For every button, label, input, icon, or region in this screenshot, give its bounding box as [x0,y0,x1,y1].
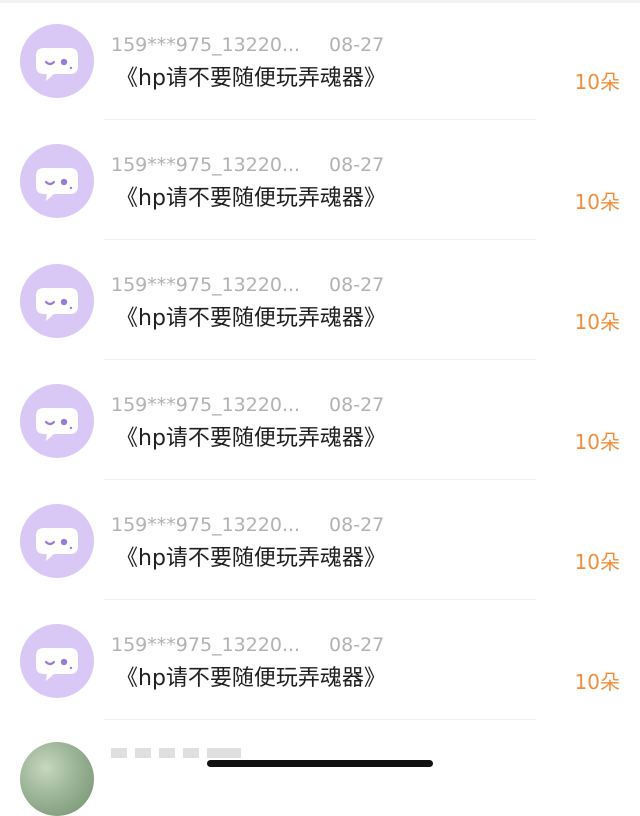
list-item[interactable]: 159***975_13220... 08-27 《hp请不要随便玩弄魂器》 1… [0,360,640,480]
record-meta: 159***975_13220... 08-27 [111,512,384,538]
record-date: 08-27 [329,634,385,656]
record-meta: 159***975_13220... 08-27 [111,32,384,58]
book-title: 《hp请不要随便玩弄魂器》 [116,66,386,91]
user-id: 159***975_13220... [111,274,301,296]
record-meta: 159***975_13220... 08-27 [111,272,384,298]
user-id: 159***975_13220... [111,514,301,536]
record-date: 08-27 [329,514,385,536]
gift-amount: 10朵 [574,190,620,214]
list-item[interactable]: 159***975_13220... 08-27 《hp请不要随便玩弄魂器》 1… [0,0,640,120]
gift-amount: 10朵 [574,430,620,454]
avatar [20,504,94,578]
record-meta: 159***975_13220... 08-27 [111,152,384,178]
list-item[interactable]: 159***975_13220... 08-27 《hp请不要随便玩弄魂器》 1… [0,240,640,360]
book-title: 《hp请不要随便玩弄魂器》 [116,666,386,691]
user-id: 159***975_13220... [111,34,301,56]
book-title: 《hp请不要随便玩弄魂器》 [116,186,386,211]
list-item[interactable]: 159***975_13220... 08-27 《hp请不要随便玩弄魂器》 1… [0,600,640,720]
list-item[interactable]: 159***975_13220... 08-27 《hp请不要随便玩弄魂器》 1… [0,480,640,600]
record-date: 08-27 [329,394,385,416]
gift-amount: 10朵 [574,550,620,574]
chat-bubble-face-icon [36,288,78,321]
chat-bubble-face-icon [36,648,78,681]
chat-bubble-face-icon [36,408,78,441]
record-date: 08-27 [329,34,385,56]
chat-bubble-face-icon [36,48,78,81]
book-title: 《hp请不要随便玩弄魂器》 [116,546,386,571]
user-id: 159***975_13220... [111,154,301,176]
record-meta-cutoff [111,748,241,758]
chat-bubble-face-icon [36,528,78,561]
avatar [20,624,94,698]
book-title: 《hp请不要随便玩弄魂器》 [116,306,386,331]
photo-avatar-icon [20,742,94,816]
avatar [20,144,94,218]
avatar [20,384,94,458]
avatar [20,264,94,338]
user-id: 159***975_13220... [111,634,301,656]
user-id: 159***975_13220... [111,394,301,416]
list-item[interactable]: 159***975_13220... 08-27 《hp请不要随便玩弄魂器》 1… [0,120,640,240]
list-item-partial[interactable] [0,720,640,816]
gift-amount: 10朵 [574,70,620,94]
gift-amount: 10朵 [574,310,620,334]
avatar [20,24,94,98]
chat-bubble-face-icon [36,168,78,201]
book-title: 《hp请不要随便玩弄魂器》 [116,426,386,451]
record-meta: 159***975_13220... 08-27 [111,632,384,658]
record-date: 08-27 [329,154,385,176]
home-indicator[interactable] [207,760,433,767]
gift-amount: 10朵 [574,670,620,694]
record-meta: 159***975_13220... 08-27 [111,392,384,418]
record-date: 08-27 [329,274,385,296]
